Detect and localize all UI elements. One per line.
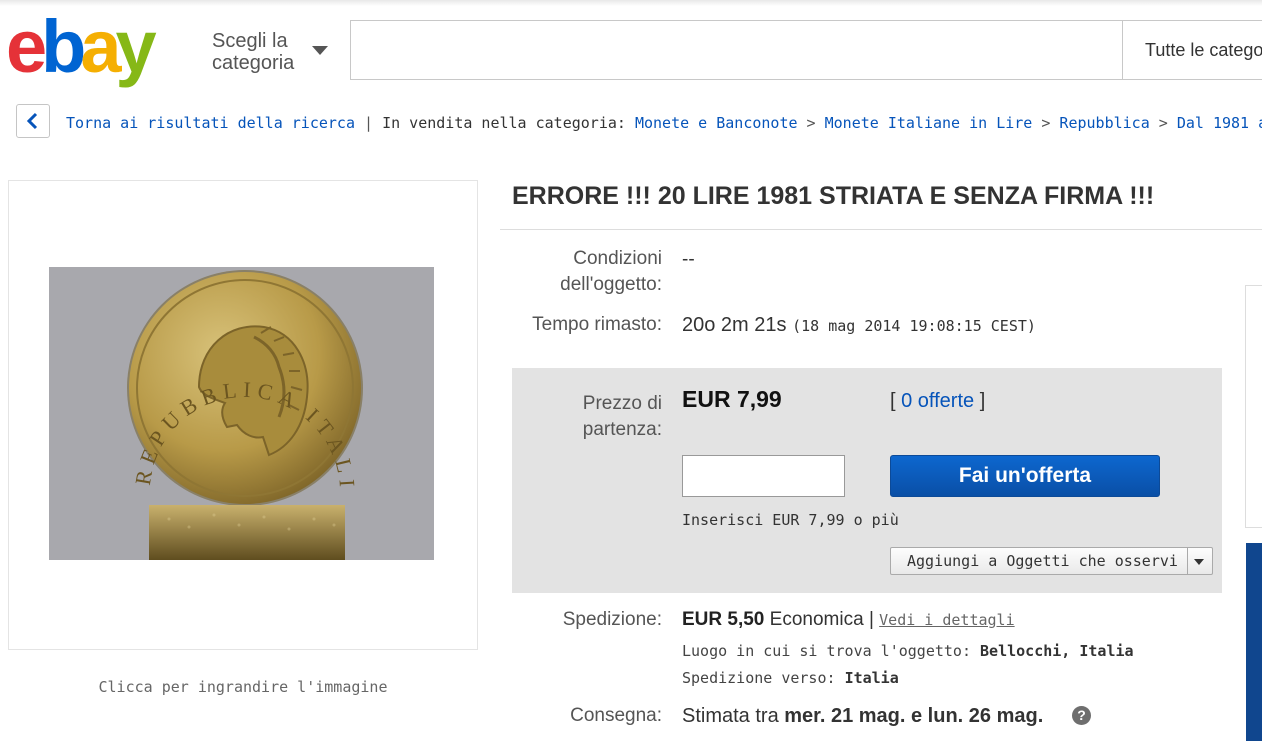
breadcrumb-item[interactable]: Monete e Banconote bbox=[635, 114, 798, 132]
place-bid-button[interactable]: Fai un'offerta bbox=[890, 455, 1160, 497]
shipping-info: EUR 5,50 Economica | Vedi i dettagli bbox=[682, 609, 1015, 630]
breadcrumb-item[interactable]: Dal 1981 al bbox=[1177, 114, 1262, 132]
end-time: (18 mag 2014 19:08:15 CEST) bbox=[792, 317, 1036, 335]
item-photo[interactable]: REPUBBLICA ITALIANA bbox=[49, 267, 434, 560]
item-location: Luogo in cui si trova l'oggetto: Bellocc… bbox=[682, 642, 1134, 660]
time-left-value: 20o 2m 21s bbox=[682, 314, 787, 336]
chevron-left-icon bbox=[26, 112, 38, 130]
shipping-cost: EUR 5,50 bbox=[682, 609, 765, 630]
category-prefix: In vendita nella categoria: bbox=[382, 114, 626, 132]
divider bbox=[500, 229, 1262, 230]
delivery-estimate: Stimata tra mer. 21 mag. e lun. 26 mag. bbox=[682, 705, 1044, 727]
category-select-label: Scegli la categoria bbox=[212, 30, 295, 74]
time-left-label: Tempo rimasto: bbox=[532, 314, 662, 335]
bid-count: [ 0 offerte ] bbox=[890, 390, 986, 412]
coin-image: REPUBBLICA ITALIANA bbox=[49, 267, 434, 560]
breadcrumb-item[interactable]: Repubblica bbox=[1059, 114, 1149, 132]
delivery-label: Consegna: bbox=[570, 705, 662, 726]
add-to-watchlist-label: Aggiungi a Oggetti che osservi bbox=[907, 552, 1178, 570]
help-icon[interactable]: ? bbox=[1072, 706, 1091, 725]
search-input[interactable] bbox=[350, 20, 1130, 80]
bid-hint: Inserisci EUR 7,99 o più bbox=[682, 511, 899, 529]
chevron-down-icon[interactable] bbox=[1194, 559, 1204, 565]
condition-value: -- bbox=[682, 249, 695, 270]
back-button[interactable] bbox=[16, 104, 50, 138]
svg-text:ebay: ebay bbox=[6, 10, 157, 88]
back-to-results-link[interactable]: Torna ai risultati della ricerca bbox=[66, 114, 355, 132]
bid-amount-input[interactable] bbox=[682, 455, 845, 497]
chevron-down-icon bbox=[312, 46, 328, 55]
condition-label: Condizioni dell'oggetto: bbox=[560, 248, 662, 295]
logo-letter-y: y bbox=[116, 10, 157, 88]
breadcrumb: Torna ai risultati della ricerca | In ve… bbox=[66, 114, 1262, 134]
enlarge-image-hint: Clicca per ingrandire l'immagine bbox=[98, 678, 388, 696]
add-to-watchlist-button[interactable]: Aggiungi a Oggetti che osservi bbox=[890, 547, 1213, 575]
search-category-dropdown[interactable]: Tutte le categorie bbox=[1122, 20, 1262, 80]
item-title: ERRORE !!! 20 LIRE 1981 STRIATA E SENZA … bbox=[512, 182, 1155, 210]
ships-to: Spedizione verso: Italia bbox=[682, 669, 899, 687]
logo-letter-b: b bbox=[41, 10, 84, 88]
shipping-label: Spedizione: bbox=[562, 609, 662, 630]
starting-price-label: Prezzo di partenza: bbox=[582, 393, 662, 440]
top-bar bbox=[0, 0, 1262, 6]
shipping-details-link[interactable]: Vedi i dettagli bbox=[879, 611, 1014, 629]
ebay-logo[interactable]: ebay bbox=[6, 10, 196, 90]
logo-letter-e: e bbox=[6, 10, 45, 88]
coin-edge-detail bbox=[149, 505, 345, 560]
side-banner bbox=[1246, 543, 1262, 741]
category-select[interactable]: Scegli la categoria bbox=[212, 30, 342, 80]
bid-count-link[interactable]: 0 offerte bbox=[901, 390, 974, 412]
side-panel bbox=[1245, 285, 1262, 528]
time-left: 20o 2m 21s (18 mag 2014 19:08:15 CEST) bbox=[682, 312, 1036, 339]
shipping-method: Economica bbox=[769, 609, 864, 630]
delivery-range: mer. 21 mag. e lun. 26 mag. bbox=[784, 705, 1044, 727]
ships-to-value: Italia bbox=[844, 669, 899, 687]
starting-price: EUR 7,99 bbox=[682, 386, 782, 412]
item-location-value: Bellocchi, Italia bbox=[980, 642, 1134, 660]
breadcrumb-item[interactable]: Monete Italiane in Lire bbox=[825, 114, 1033, 132]
